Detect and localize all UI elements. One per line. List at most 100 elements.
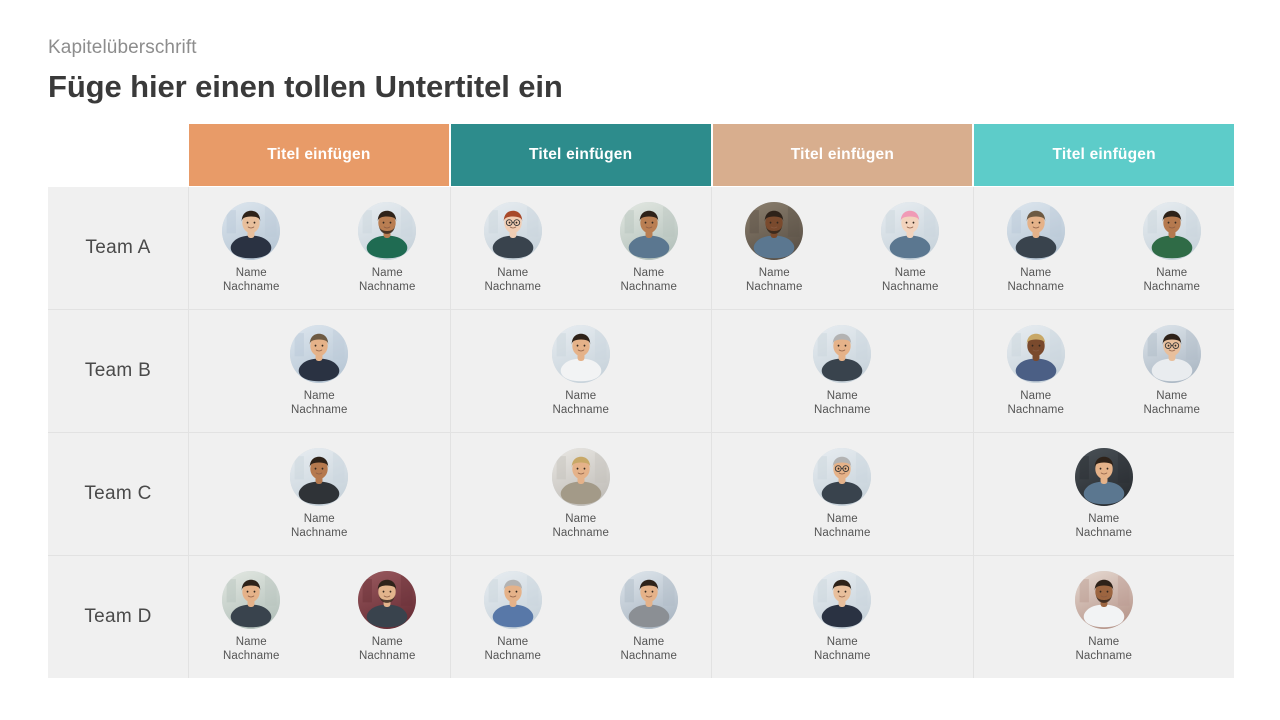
person-name: Name Nachname: [1007, 390, 1064, 416]
person-name: Name Nachname: [1075, 636, 1132, 662]
team-cell-r1-c2: Name Nachname Name Nachname: [451, 187, 712, 309]
person-name: Name Nachname: [1007, 267, 1064, 293]
person-card[interactable]: Name Nachname: [1052, 448, 1156, 540]
person-card[interactable]: Name Nachname: [461, 202, 565, 294]
person-name: Name Nachname: [223, 636, 280, 662]
avatar: [222, 571, 281, 629]
avatar: [358, 202, 417, 260]
person-name: Name Nachname: [552, 390, 609, 416]
avatar: [813, 571, 872, 629]
avatar: [483, 202, 542, 260]
team-cell-r2-c1: Name Nachname: [189, 310, 451, 432]
team-label-team-d: Team D: [48, 556, 189, 678]
avatar: [290, 325, 349, 383]
person-card[interactable]: Name Nachname: [529, 325, 633, 417]
person-card[interactable]: Name Nachname: [597, 571, 701, 663]
person-card[interactable]: Name Nachname: [199, 571, 303, 663]
person-card[interactable]: Name Nachname: [461, 571, 565, 663]
avatar: [358, 571, 417, 629]
header-corner-spacer: [48, 124, 189, 186]
team-cell-r4-c2: Name Nachname Name Nachname: [451, 556, 712, 678]
team-cell-r1-c1: Name Nachname Name Nachname: [189, 187, 451, 309]
person-name: Name Nachname: [359, 267, 416, 293]
person-name: Name Nachname: [814, 636, 871, 662]
table-row: Team C Name Nachname Name Nachname Name …: [48, 433, 1234, 556]
person-name: Name Nachname: [484, 636, 541, 662]
person-name: Name Nachname: [620, 636, 677, 662]
team-cell-r4-c1: Name Nachname Name Nachname: [189, 556, 451, 678]
table-row: Team D Name Nachname Name Nachname Name …: [48, 556, 1234, 678]
team-cell-r3-c4: Name Nachname: [974, 433, 1235, 555]
person-name: Name Nachname: [1075, 513, 1132, 539]
avatar: [1006, 325, 1065, 383]
avatar: [881, 202, 940, 260]
person-name: Name Nachname: [1143, 267, 1200, 293]
chapter-kicker: Kapitelüberschrift: [48, 37, 197, 58]
team-cell-r4-c4: Name Nachname: [974, 556, 1235, 678]
avatar: [1074, 448, 1133, 506]
person-card[interactable]: Name Nachname: [790, 325, 894, 417]
person-card[interactable]: Name Nachname: [984, 202, 1088, 294]
avatar: [619, 202, 678, 260]
team-cell-r3-c1: Name Nachname: [189, 433, 451, 555]
column-header-3[interactable]: Titel einfügen: [712, 124, 975, 186]
person-name: Name Nachname: [359, 636, 416, 662]
person-name: Name Nachname: [620, 267, 677, 293]
person-card[interactable]: Name Nachname: [199, 202, 303, 294]
team-cell-r2-c4: Name Nachname Name Nachname: [974, 310, 1235, 432]
heading-block: Kapitelüberschrift Füge hier einen tolle…: [48, 36, 948, 106]
person-card[interactable]: Name Nachname: [858, 202, 962, 294]
person-card[interactable]: Name Nachname: [1120, 325, 1224, 417]
avatar: [1142, 325, 1201, 383]
person-card[interactable]: Name Nachname: [790, 571, 894, 663]
person-card[interactable]: Name Nachname: [335, 202, 439, 294]
column-header-label: Titel einfügen: [1052, 146, 1156, 163]
avatar: [619, 571, 678, 629]
person-name: Name Nachname: [814, 513, 871, 539]
page-title: Füge hier einen tollen Untertitel ein: [48, 69, 563, 104]
table-body: Team A Name Nachname Name Nachname Name …: [48, 186, 1234, 678]
table-row: Team A Name Nachname Name Nachname Name …: [48, 187, 1234, 310]
team-cell-r1-c3: Name Nachname Name Nachname: [712, 187, 974, 309]
person-card[interactable]: Name Nachname: [597, 202, 701, 294]
avatar: [813, 448, 872, 506]
person-card[interactable]: Name Nachname: [335, 571, 439, 663]
person-name: Name Nachname: [1143, 390, 1200, 416]
person-card[interactable]: Name Nachname: [1052, 571, 1156, 663]
table-row: Team B Name Nachname Name Nachname Name …: [48, 310, 1234, 433]
avatar: [222, 202, 281, 260]
avatar: [745, 202, 804, 260]
avatar: [551, 325, 610, 383]
team-cell-r4-c3: Name Nachname: [712, 556, 974, 678]
column-header-4[interactable]: Titel einfügen: [974, 124, 1234, 186]
team-label-team-a: Team A: [48, 187, 189, 309]
column-header-2[interactable]: Titel einfügen: [450, 124, 713, 186]
person-name: Name Nachname: [882, 267, 939, 293]
avatar: [1006, 202, 1065, 260]
person-name: Name Nachname: [291, 390, 348, 416]
person-card[interactable]: Name Nachname: [267, 448, 371, 540]
person-card[interactable]: Name Nachname: [267, 325, 371, 417]
person-card[interactable]: Name Nachname: [722, 202, 826, 294]
team-cell-r2-c3: Name Nachname: [712, 310, 974, 432]
avatar: [290, 448, 349, 506]
person-name: Name Nachname: [552, 513, 609, 539]
column-header-1[interactable]: Titel einfügen: [189, 124, 451, 186]
column-header-label: Titel einfügen: [528, 146, 633, 163]
person-card[interactable]: Name Nachname: [1120, 202, 1224, 294]
team-cell-r3-c2: Name Nachname: [451, 433, 712, 555]
person-name: Name Nachname: [223, 267, 280, 293]
person-name: Name Nachname: [484, 267, 541, 293]
avatar: [483, 571, 542, 629]
team-cell-r3-c3: Name Nachname: [712, 433, 974, 555]
avatar: [813, 325, 872, 383]
avatar: [551, 448, 610, 506]
person-card[interactable]: Name Nachname: [790, 448, 894, 540]
team-cell-r1-c4: Name Nachname Name Nachname: [974, 187, 1235, 309]
person-card[interactable]: Name Nachname: [529, 448, 633, 540]
team-table: Titel einfügen Titel einfügen Titel einfüg…: [48, 124, 1234, 678]
avatar: [1074, 571, 1133, 629]
person-name: Name Nachname: [291, 513, 348, 539]
person-card[interactable]: Name Nachname: [984, 325, 1088, 417]
avatar: [1142, 202, 1201, 260]
